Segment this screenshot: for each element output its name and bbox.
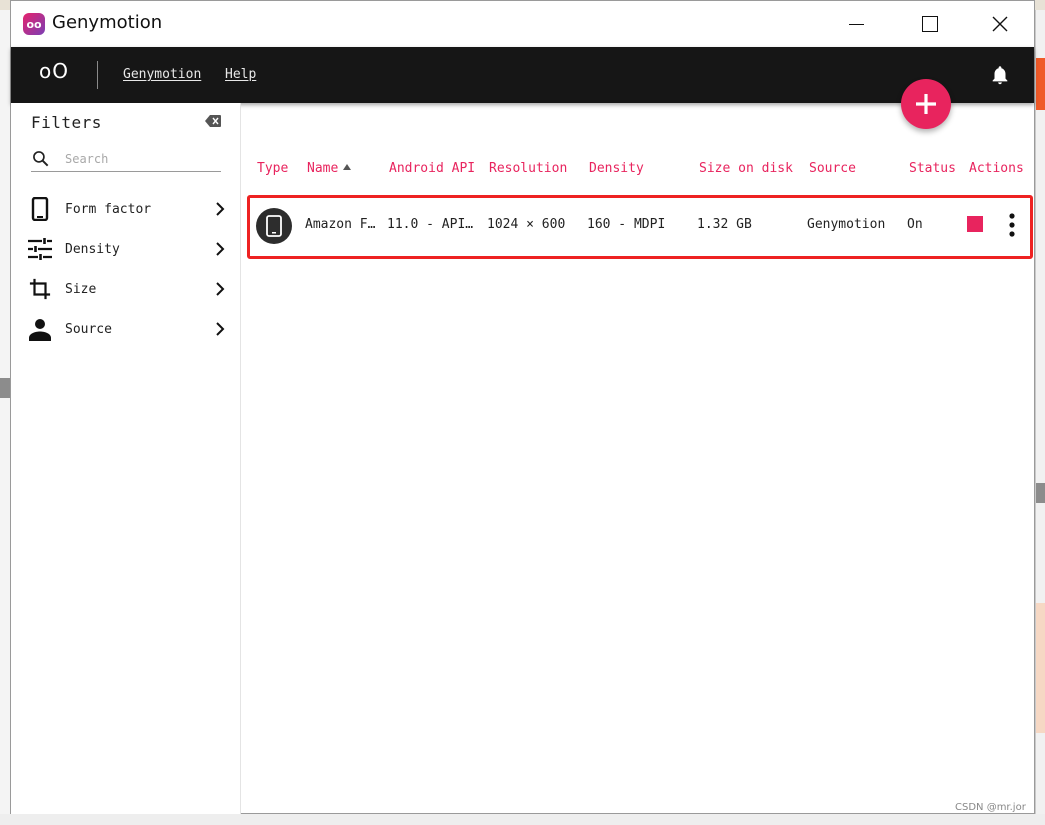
filter-label: Size bbox=[65, 281, 97, 297]
filter-size[interactable]: Size bbox=[27, 273, 227, 305]
device-source: Genymotion bbox=[807, 217, 886, 232]
chevron-right-icon bbox=[216, 242, 225, 256]
close-button[interactable] bbox=[965, 1, 1035, 47]
phone-icon bbox=[31, 197, 49, 221]
column-source[interactable]: Source bbox=[809, 161, 856, 176]
filters-title: Filters bbox=[31, 113, 102, 132]
window-title: Genymotion bbox=[52, 12, 163, 33]
device-type-badge bbox=[256, 208, 292, 244]
chevron-right-icon bbox=[216, 202, 225, 216]
device-list: Type Name Android API Resolution Density… bbox=[241, 103, 1034, 814]
chevron-right-icon bbox=[216, 322, 225, 336]
device-android-api: 11.0 - API… bbox=[387, 217, 474, 232]
filter-label: Density bbox=[65, 241, 120, 257]
filter-label: Form factor bbox=[65, 201, 152, 217]
watermark: CSDN @mr.jor bbox=[955, 802, 1026, 813]
column-type[interactable]: Type bbox=[257, 161, 288, 176]
column-name-label: Name bbox=[307, 161, 339, 176]
device-resolution: 1024 × 600 bbox=[487, 217, 566, 232]
device-size-on-disk: 1.32 GB bbox=[697, 217, 752, 232]
search-icon bbox=[33, 151, 49, 167]
close-icon bbox=[992, 16, 1008, 32]
tablet-icon bbox=[266, 215, 282, 237]
device-name: Amazon F… bbox=[305, 217, 376, 232]
more-vertical-icon[interactable] bbox=[1008, 212, 1016, 238]
column-android-api[interactable]: Android API bbox=[389, 161, 475, 176]
bell-icon[interactable] bbox=[989, 64, 1011, 86]
tune-icon bbox=[28, 238, 52, 260]
background-desktop-bottom bbox=[0, 814, 1045, 825]
genymotion-logo[interactable]: oO bbox=[39, 59, 69, 83]
background-desktop-left bbox=[0, 10, 10, 825]
column-resolution[interactable]: Resolution bbox=[489, 161, 567, 176]
toolbar-divider bbox=[97, 61, 98, 89]
column-density[interactable]: Density bbox=[589, 161, 644, 176]
add-device-button[interactable] bbox=[901, 79, 951, 129]
device-status: On bbox=[907, 217, 923, 232]
genymotion-app-icon: oo bbox=[23, 13, 45, 35]
table-row[interactable]: Amazon F… 11.0 - API… 1024 × 600 160 - M… bbox=[247, 195, 1033, 259]
person-icon bbox=[29, 319, 51, 341]
plus-icon bbox=[916, 94, 936, 114]
menu-genymotion[interactable]: Genymotion bbox=[123, 67, 201, 82]
menu-help[interactable]: Help bbox=[225, 67, 256, 82]
title-bar[interactable]: oo Genymotion bbox=[11, 1, 1034, 47]
background-desktop-right bbox=[1036, 10, 1045, 825]
filter-form-factor[interactable]: Form factor bbox=[27, 193, 227, 225]
filter-density[interactable]: Density bbox=[27, 233, 227, 265]
chevron-right-icon bbox=[216, 282, 225, 296]
column-actions: Actions bbox=[969, 161, 1024, 176]
stop-device-button[interactable] bbox=[967, 216, 983, 232]
search-field bbox=[31, 147, 221, 172]
column-name[interactable]: Name bbox=[307, 161, 352, 176]
minimize-icon bbox=[848, 23, 864, 25]
filter-label: Source bbox=[65, 321, 112, 337]
filter-source[interactable]: Source bbox=[27, 313, 227, 345]
minimize-button[interactable] bbox=[821, 1, 891, 47]
column-status[interactable]: Status bbox=[909, 161, 956, 176]
column-size-on-disk[interactable]: Size on disk bbox=[699, 161, 793, 176]
genymotion-window: oo Genymotion oO Genymotion Help Filters bbox=[10, 0, 1035, 814]
device-density: 160 - MDPI bbox=[587, 217, 666, 232]
clear-filters-icon[interactable] bbox=[205, 115, 221, 127]
search-input[interactable] bbox=[63, 148, 217, 170]
maximize-button[interactable] bbox=[895, 1, 965, 47]
sort-ascending-icon bbox=[343, 164, 352, 170]
crop-icon bbox=[29, 278, 51, 300]
filters-sidebar: Filters Form factor bbox=[11, 103, 241, 814]
app-toolbar: oO Genymotion Help bbox=[11, 47, 1034, 103]
maximize-icon bbox=[922, 16, 938, 32]
